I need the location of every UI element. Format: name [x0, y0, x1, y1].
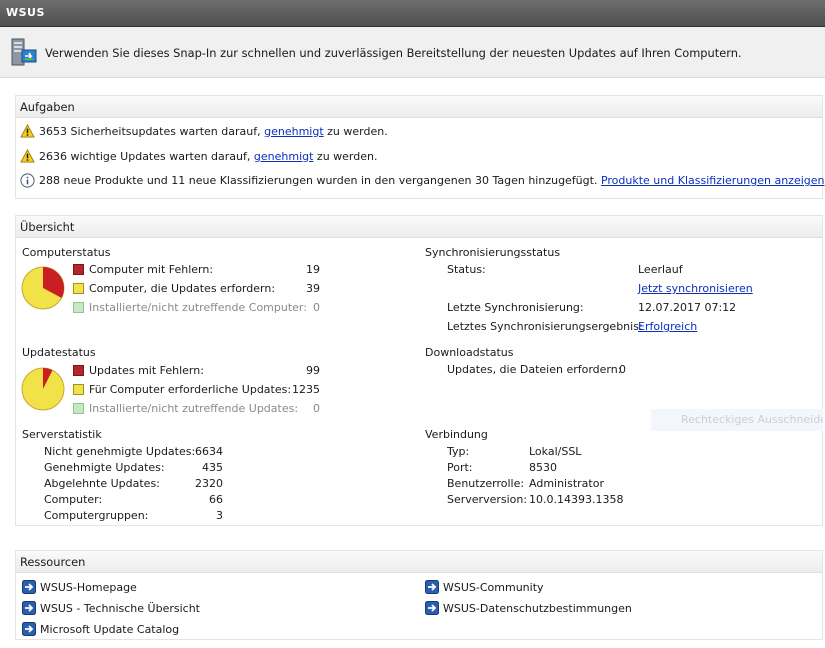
task-text: 288 neue Produkte und 11 neue Klassifizi… — [39, 174, 601, 187]
stat-groups-value: 3 — [216, 509, 223, 522]
conn-role-label: Benutzerrolle: — [447, 477, 525, 490]
resources-title: Ressourcen — [16, 551, 822, 573]
computer-installed-value: 0 — [313, 301, 320, 314]
stat-approved-value: 435 — [202, 461, 223, 474]
resource-link-row[interactable]: WSUS-Datenschutzbestimmungen — [425, 601, 632, 615]
error-legend-swatch — [73, 264, 84, 275]
snip-overlay-text: Rechteckiges Ausschneiden — [651, 409, 823, 431]
update-status-pie — [21, 367, 65, 411]
update-errors-value: 99 — [306, 364, 320, 377]
wsus-community-link[interactable]: WSUS-Community — [443, 581, 544, 594]
view-products-link[interactable]: Produkte und Klassifizierungen anzeigen — [601, 174, 825, 187]
computer-errors-value: 19 — [306, 263, 320, 276]
stat-computers-value: 66 — [209, 493, 223, 506]
last-sync-value: 12.07.2017 07:12 — [638, 301, 737, 314]
update-status-title: Updatestatus — [22, 346, 96, 359]
last-sync-label: Letzte Synchronisierung: — [447, 301, 584, 314]
update-installed-value: 0 — [313, 402, 320, 415]
warning-icon — [20, 124, 35, 138]
approve-critical-link[interactable]: genehmigt — [254, 150, 314, 163]
resource-link-row[interactable]: Microsoft Update Catalog — [22, 622, 179, 636]
wsus-privacy-link[interactable]: WSUS-Datenschutzbestimmungen — [443, 602, 632, 615]
sync-status-label: Status: — [447, 263, 486, 276]
conn-type-value: Lokal/SSL — [529, 445, 582, 458]
needed-legend-swatch — [73, 384, 84, 395]
window-title: WSUS — [6, 6, 45, 19]
computer-errors-label: Computer mit Fehlern: — [89, 263, 214, 276]
arrow-right-icon — [22, 622, 36, 636]
info-banner: Verwenden Sie dieses Snap-In zur schnell… — [0, 27, 825, 78]
conn-role-value: Administrator — [529, 477, 604, 490]
computer-status-title: Computerstatus — [22, 246, 111, 259]
resource-link-row[interactable]: WSUS-Homepage — [22, 580, 137, 594]
needed-legend-swatch — [73, 283, 84, 294]
task-item-products: 288 neue Produkte und 11 neue Klassifizi… — [20, 173, 825, 188]
overview-title: Übersicht — [16, 216, 822, 238]
task-text: 2636 wichtige Updates warten darauf, — [39, 149, 254, 163]
conn-type-label: Typ: — [447, 445, 470, 458]
update-needed-value: 1235 — [292, 383, 320, 396]
conn-version-value: 10.0.14393.1358 — [529, 493, 624, 506]
download-status-title: Downloadstatus — [425, 346, 514, 359]
wsus-homepage-link[interactable]: WSUS-Homepage — [40, 581, 137, 594]
stat-unapproved-value: 6634 — [195, 445, 223, 458]
conn-port-label: Port: — [447, 461, 473, 474]
resources-panel: Ressourcen WSUS-Homepage WSUS - Technisc… — [15, 550, 823, 640]
info-icon — [20, 173, 35, 188]
arrow-right-icon — [22, 580, 36, 594]
stat-computers-label: Computer: — [44, 493, 103, 506]
conn-port-value: 8530 — [529, 461, 557, 474]
task-text-suffix: zu werden. — [323, 124, 388, 138]
arrow-right-icon — [425, 580, 439, 594]
conn-version-label: Serverversion: — [447, 493, 528, 506]
update-errors-label: Updates mit Fehlern: — [89, 364, 204, 377]
update-needed-label: Für Computer erforderliche Updates: — [89, 383, 292, 396]
update-installed-label: Installierte/nicht zutreffende Updates: — [89, 402, 299, 415]
snip-overlay-label: Rechteckiges Ausschneiden — [681, 413, 823, 426]
task-text: 3653 Sicherheitsupdates warten darauf, — [39, 124, 265, 138]
wsus-server-icon — [11, 38, 37, 66]
task-item-critical: 2636 wichtige Updates warten darauf, gen… — [20, 149, 377, 163]
computer-needed-label: Computer, die Updates erfordern: — [89, 282, 276, 295]
tasks-panel: Aufgaben 3653 Sicherheitsupdates warten … — [15, 95, 825, 199]
computer-installed-label: Installierte/nicht zutreffende Computer: — [89, 301, 307, 314]
arrow-right-icon — [425, 601, 439, 615]
computer-needed-value: 39 — [306, 282, 320, 295]
approve-security-link[interactable]: genehmigt — [264, 125, 324, 138]
warning-icon — [20, 149, 35, 163]
resource-link-row[interactable]: WSUS - Technische Übersicht — [22, 601, 200, 615]
wsus-technical-overview-link[interactable]: WSUS - Technische Übersicht — [40, 602, 200, 615]
update-catalog-link[interactable]: Microsoft Update Catalog — [40, 623, 179, 636]
installed-legend-swatch — [73, 302, 84, 313]
stat-groups-label: Computergruppen: — [44, 509, 149, 522]
tasks-title: Aufgaben — [16, 96, 822, 118]
resource-link-row[interactable]: WSUS-Community — [425, 580, 544, 594]
last-sync-result-link[interactable]: Erfolgreich — [638, 320, 697, 333]
overview-panel: Übersicht Computerstatus Computer mit Fe… — [15, 215, 823, 526]
computer-status-pie — [21, 266, 65, 310]
error-legend-swatch — [73, 365, 84, 376]
last-sync-result-label: Letztes Synchronisierungsergebnis: — [447, 320, 643, 333]
task-item-security: 3653 Sicherheitsupdates warten darauf, g… — [20, 124, 388, 138]
stat-declined-value: 2320 — [195, 477, 223, 490]
download-files-label: Updates, die Dateien erfordern: — [447, 363, 622, 376]
stat-approved-label: Genehmigte Updates: — [44, 461, 165, 474]
sync-now-link[interactable]: Jetzt synchronisieren — [638, 282, 753, 295]
sync-status-value: Leerlauf — [638, 263, 683, 276]
task-text-suffix: zu werden. — [313, 149, 378, 163]
server-stats-title: Serverstatistik — [22, 428, 102, 441]
stat-unapproved-label: Nicht genehmigte Updates: — [44, 445, 196, 458]
sync-status-title: Synchronisierungsstatus — [425, 246, 561, 259]
banner-text: Verwenden Sie dieses Snap-In zur schnell… — [45, 46, 742, 60]
stat-declined-label: Abgelehnte Updates: — [44, 477, 160, 490]
window-titlebar: WSUS — [0, 0, 825, 27]
connection-title: Verbindung — [425, 428, 488, 441]
arrow-right-icon — [22, 601, 36, 615]
download-files-value: 0 — [619, 363, 626, 376]
installed-legend-swatch — [73, 403, 84, 414]
